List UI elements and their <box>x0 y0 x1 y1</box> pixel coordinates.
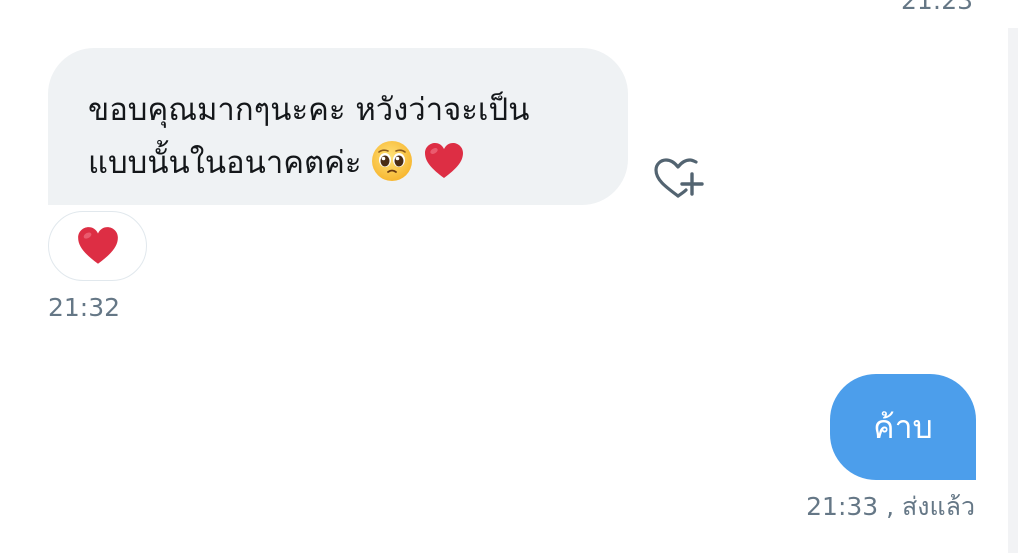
pleading-face-icon <box>371 140 412 181</box>
sent-message-status: , ส่งแล้ว <box>886 492 975 521</box>
received-message-timestamp: 21:32 <box>48 293 121 322</box>
received-message-line-1: ขอบคุณมากๆนะคะ หวังว่าจะเป็น <box>88 92 530 128</box>
heart-plus-icon <box>654 158 704 198</box>
message-reaction-pill[interactable] <box>48 211 147 281</box>
sent-message-text: ค้าบ <box>873 407 933 446</box>
received-message-line-2-text: แบบนั้นในอนาคตค่ะ <box>88 145 362 181</box>
scrollbar-track[interactable] <box>1008 28 1018 553</box>
conversation-view: 21:23 ขอบคุณมากๆนะคะ หวังว่าจะเป็น แบบนั… <box>0 0 1023 553</box>
message-timestamp-top: 21:23 <box>900 0 973 15</box>
sent-message-bubble[interactable]: ค้าบ <box>830 374 976 480</box>
red-heart-icon <box>424 142 463 178</box>
add-reaction-button[interactable] <box>651 155 705 201</box>
red-heart-icon <box>77 227 118 264</box>
sent-message-timestamp: 21:33 <box>806 492 879 521</box>
received-message-line-2: แบบนั้นในอนาคตค่ะ <box>88 137 608 190</box>
sent-message-meta: 21:33 , ส่งแล้ว <box>806 492 975 522</box>
received-message-bubble[interactable]: ขอบคุณมากๆนะคะ หวังว่าจะเป็น แบบนั้นในอน… <box>48 48 628 205</box>
